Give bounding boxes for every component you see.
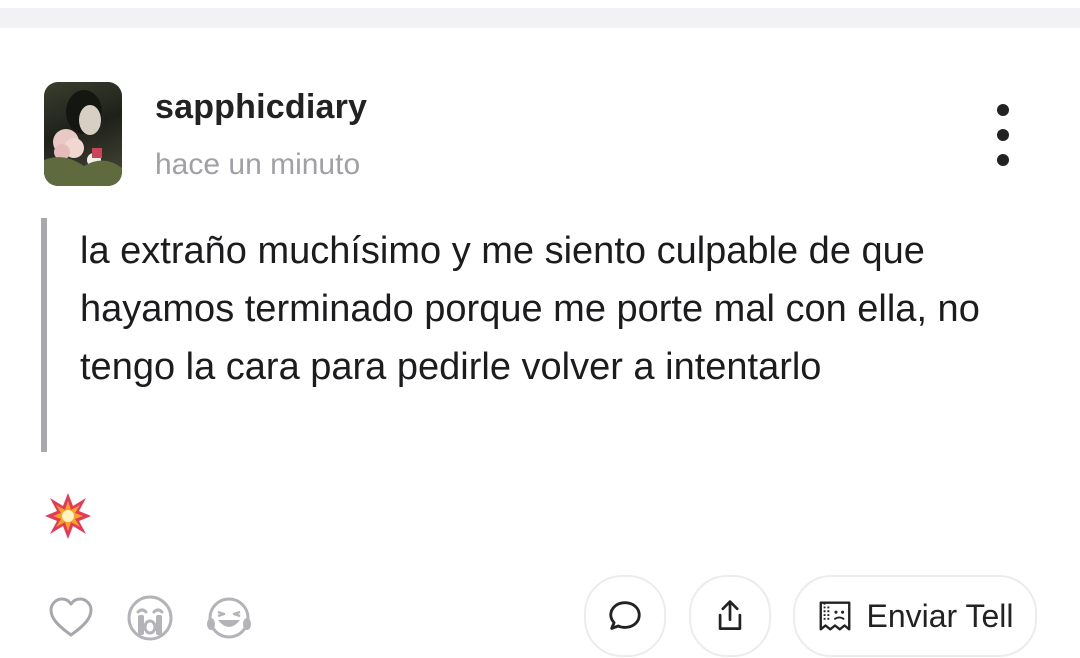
comment-button[interactable] [584, 575, 666, 657]
comment-icon [609, 601, 641, 630]
more-options-icon[interactable] [985, 104, 1021, 166]
laughing-face-icon[interactable] [205, 594, 253, 642]
avatar[interactable] [44, 82, 122, 186]
tell-envelope-icon [820, 601, 851, 631]
top-divider [0, 8, 1080, 28]
post-text: la extraño muchísimo y me siento culpabl… [80, 230, 980, 388]
send-tell-label: Enviar Tell [866, 597, 1014, 634]
heart-icon[interactable] [47, 594, 95, 642]
send-tell-button[interactable]: Enviar Tell [793, 575, 1037, 657]
post-timestamp: hace un minuto [155, 148, 361, 181]
share-button[interactable] [689, 575, 771, 657]
collision-emoji-reaction[interactable] [44, 492, 92, 540]
share-icon [718, 600, 742, 630]
quote-bar [41, 218, 47, 452]
username[interactable]: sapphicdiary [155, 88, 367, 127]
crying-face-icon[interactable] [126, 594, 174, 642]
